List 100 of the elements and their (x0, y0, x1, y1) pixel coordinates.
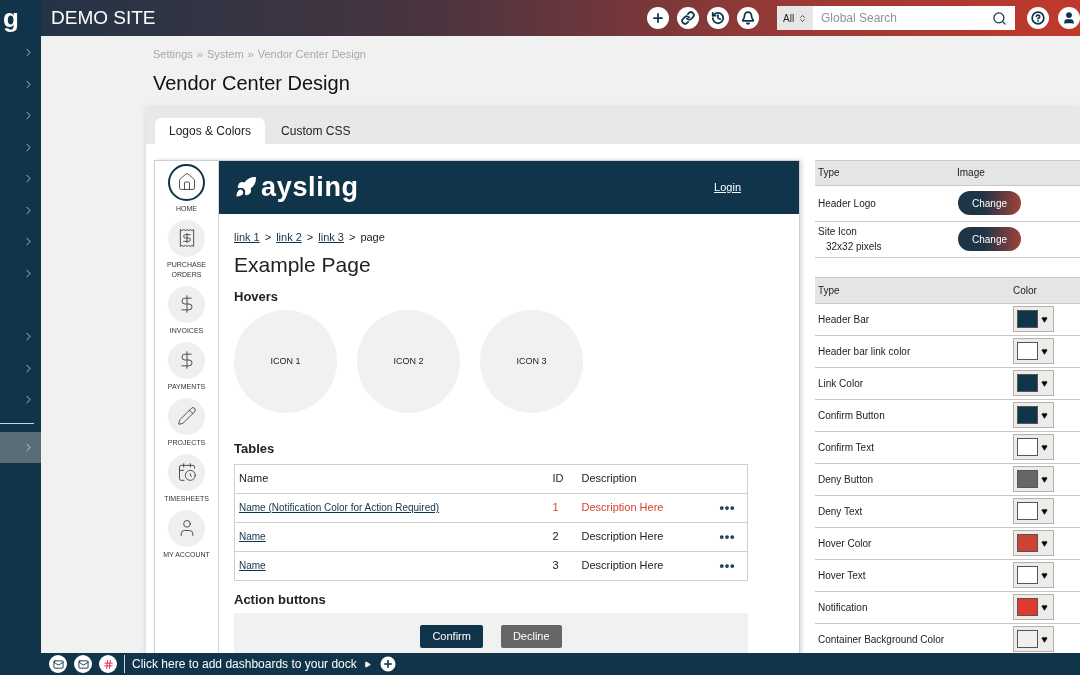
table-cell: 3 (552, 551, 582, 580)
breadcrumb-link[interactable]: link 2 (276, 228, 302, 245)
sort-icon (798, 13, 807, 23)
dollar-icon[interactable] (168, 341, 205, 379)
breadcrumb-separator: > (306, 229, 314, 245)
caret-icon (1041, 379, 1048, 387)
name-link[interactable]: Name (239, 560, 266, 572)
color-picker[interactable] (1013, 402, 1054, 428)
user-avatar[interactable] (1058, 7, 1080, 29)
dollar-icon[interactable] (168, 285, 205, 323)
dock-hint[interactable]: Click here to add dashboards to your dock (132, 655, 357, 673)
type-note: 32x32 pixels (825, 240, 883, 254)
breadcrumb-link[interactable]: link 1 (234, 228, 260, 245)
type-label: Header bar link color (818, 344, 912, 359)
decline-button[interactable]: Decline (500, 624, 562, 648)
name-link[interactable]: Name (Notification Color for Action Required) (239, 502, 440, 514)
caret-icon (1041, 475, 1048, 483)
help-icon[interactable] (1027, 7, 1049, 29)
calendar-clock-icon[interactable] (168, 453, 205, 491)
change-button[interactable]: Change (958, 227, 1021, 251)
tab[interactable]: Logos & Colors (155, 117, 266, 144)
breadcrumb-link[interactable]: link 3 (318, 228, 344, 245)
table-cell: 2 (552, 522, 582, 551)
actions-heading: Action buttons (234, 590, 327, 609)
caret-icon (1041, 411, 1048, 419)
breadcrumb-current: page (360, 229, 385, 245)
table-cell: Description Here (581, 551, 718, 580)
mail-icon[interactable] (49, 655, 67, 673)
scope-select[interactable]: All (777, 6, 813, 30)
breadcrumb-separator: » (247, 47, 254, 62)
column-header: Type (818, 166, 841, 180)
breadcrumb-separator: » (196, 47, 203, 62)
color-picker[interactable] (1013, 466, 1054, 492)
add-icon[interactable] (647, 7, 669, 29)
color-picker[interactable] (1013, 434, 1054, 460)
pencil-icon[interactable] (168, 397, 205, 435)
history-icon[interactable] (707, 7, 729, 29)
hash-icon[interactable] (99, 655, 117, 673)
color-picker[interactable] (1013, 562, 1054, 588)
type-label: Deny Button (818, 472, 875, 487)
color-picker[interactable] (1013, 498, 1054, 524)
column-header: Description (581, 464, 718, 493)
column-header: Color (1013, 283, 1037, 298)
search-field[interactable]: Global Search (813, 6, 992, 30)
type-label: Container Background Color (818, 632, 946, 647)
table-cell: 1 (552, 493, 582, 522)
color-picker[interactable] (1013, 626, 1054, 652)
color-picker[interactable] (1013, 594, 1054, 620)
caret-icon (1041, 315, 1048, 323)
caret-icon (1041, 507, 1048, 515)
home-icon[interactable] (168, 163, 205, 201)
add-icon[interactable] (377, 654, 398, 674)
color-picker[interactable] (1013, 370, 1054, 396)
login-link[interactable]: Login (714, 178, 741, 196)
example-heading: Example Page (234, 252, 372, 278)
column-header: ID (552, 464, 582, 493)
color-picker[interactable] (1013, 530, 1054, 556)
column-header: Image (957, 166, 985, 180)
page-title: Vendor Center Design (152, 70, 351, 96)
caret-icon (1041, 635, 1048, 643)
confirm-button[interactable]: Confirm (420, 624, 483, 648)
type-label: Hover Text (818, 568, 867, 583)
caret-icon (1041, 571, 1048, 579)
caret-icon (1041, 443, 1048, 451)
type-label: Deny Text (818, 504, 864, 519)
search-icon[interactable] (992, 10, 1007, 26)
breadcrumb-separator: > (264, 229, 272, 245)
caret-icon (1041, 347, 1048, 355)
column-header: Name (234, 464, 553, 493)
breadcrumb-separator: > (348, 229, 356, 245)
type-label: Hover Color (818, 536, 873, 551)
type-label: Confirm Button (818, 408, 886, 423)
name-link[interactable]: Name (239, 531, 266, 543)
rocket-icon (235, 176, 257, 198)
color-picker[interactable] (1013, 306, 1054, 332)
preview-logo: aysling (261, 170, 359, 204)
notifications-icon[interactable] (737, 7, 759, 29)
site-title: DEMO SITE (51, 5, 156, 30)
search-bar[interactable]: All Global Search (777, 6, 1015, 30)
link-icon[interactable] (677, 7, 699, 29)
type-label: Confirm Text (818, 440, 875, 455)
receipt-icon[interactable] (168, 219, 205, 257)
arrow-icon (363, 660, 371, 668)
tables-heading: Tables (234, 440, 276, 458)
color-picker[interactable] (1013, 338, 1054, 364)
type-label: Header Bar (818, 312, 871, 327)
type-label: Notification (818, 600, 869, 615)
hovers-heading: Hovers (234, 287, 280, 306)
table-cell: Description Here (581, 522, 718, 551)
tab[interactable]: Custom CSS (267, 117, 365, 144)
change-button[interactable]: Change (958, 191, 1021, 215)
column-header: Type (818, 283, 841, 298)
type-label: Header Logo (818, 196, 877, 211)
caret-icon (1041, 603, 1048, 611)
user-icon[interactable] (168, 509, 205, 547)
mail-icon[interactable] (74, 655, 92, 673)
type-label: Link Color (818, 376, 865, 391)
type-label: Site Icon (818, 225, 858, 239)
table-cell: Description Here (581, 493, 718, 522)
caret-icon (1041, 539, 1048, 547)
